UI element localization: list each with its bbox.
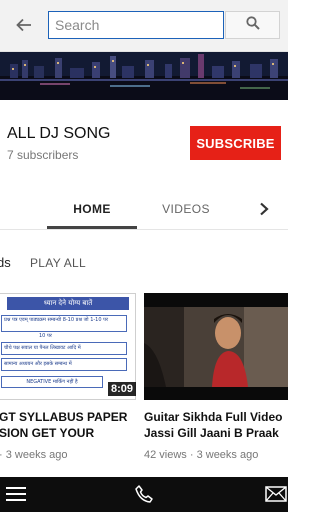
thumbnail-line: NEGATIVE मार्किंग नहीं है <box>1 376 103 388</box>
thumbnail-line: 10 पर <box>39 333 52 339</box>
search-bar <box>0 0 288 52</box>
duration-badge: 8:09 <box>108 382 137 396</box>
play-all-button[interactable]: PLAY ALL <box>30 256 86 270</box>
menu-icon[interactable] <box>3 481 29 507</box>
thumbnail-line: प्रश्न पत्र एवम् पाठ्यक्रम सम्बन्धी 8-10… <box>1 315 127 332</box>
channel-banner <box>0 52 288 100</box>
thumbnail-line: चौथे पक्ष सवाल या पैनल लिखावट आदि में <box>1 342 127 355</box>
video-title[interactable]: Guitar Sikhda Full Video <box>144 409 282 425</box>
mail-icon[interactable] <box>263 481 288 507</box>
video-thumbnail[interactable] <box>144 293 288 400</box>
video-meta: 42 views · 3 weeks ago <box>144 449 259 461</box>
search-input[interactable] <box>48 11 224 39</box>
tab-videos[interactable]: VIDEOS <box>145 188 227 230</box>
channel-name: ALL DJ SONG <box>7 125 111 142</box>
search-button[interactable] <box>225 11 280 39</box>
search-icon <box>245 15 260 35</box>
section-title: ds <box>0 255 11 270</box>
thumbnail-heading: ध्यान देने योग्य बातें <box>7 297 129 310</box>
channel-page: ALL DJ SONG 7 subscribers SUBSCRIBE HOME… <box>0 0 288 512</box>
bottom-nav <box>0 477 288 512</box>
active-tab-indicator <box>47 226 137 229</box>
video-meta: · 3 weeks ago <box>0 449 68 461</box>
chevron-right-icon[interactable] <box>254 199 274 219</box>
back-arrow-icon[interactable] <box>12 13 36 37</box>
video-title[interactable]: SION GET YOUR <box>0 425 94 441</box>
phone-icon[interactable] <box>131 481 157 507</box>
video-title[interactable]: GT SYLLABUS PAPER <box>0 409 127 425</box>
video-title[interactable]: Jassi Gill Jaani B Praak <box>144 425 279 441</box>
channel-tabs: HOME VIDEOS <box>0 188 288 230</box>
thumbnail-line: सामान्य अध्ययन और इसके सम्बन्ध में <box>1 358 127 371</box>
tab-home[interactable]: HOME <box>47 188 137 230</box>
subscriber-count: 7 subscribers <box>7 148 79 162</box>
subscribe-button[interactable]: SUBSCRIBE <box>190 126 281 160</box>
